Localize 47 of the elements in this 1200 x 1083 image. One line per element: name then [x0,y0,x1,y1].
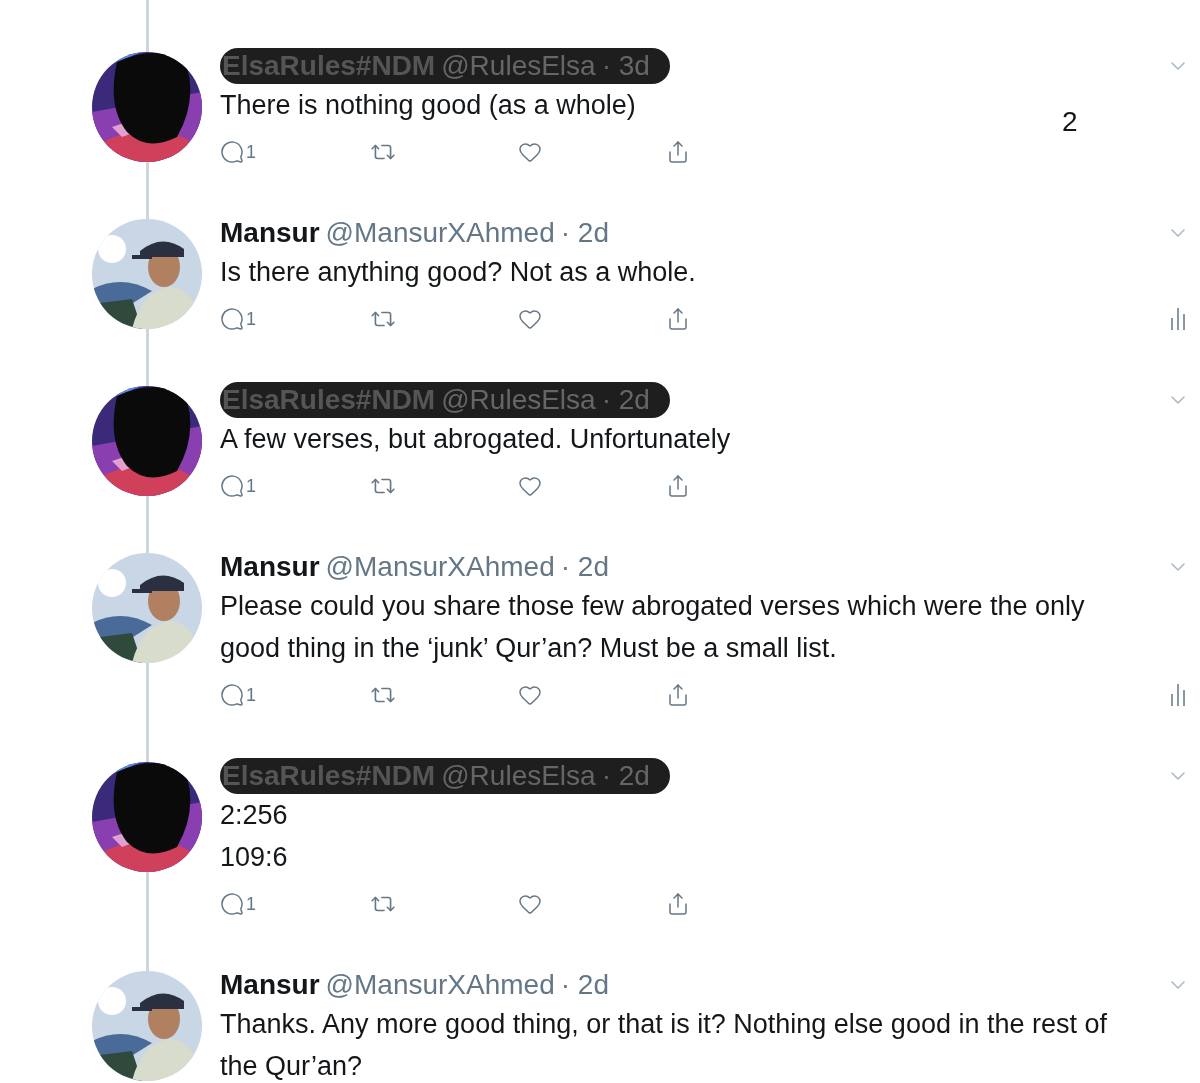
reply-icon[interactable] [220,683,244,707]
author-handle: @MansurXAhmed [325,216,555,250]
reply-icon[interactable] [220,474,244,498]
tweet-time: · 3d [601,49,650,83]
author-name: Mansur [220,216,320,250]
tweet-time: · 2d [560,968,609,1002]
tweet-text: good thing in the ‘junk’ Qur’an? Must be a small list. [220,632,837,665]
reply-count: 1 [246,140,256,164]
share-icon[interactable] [666,892,690,916]
share-icon[interactable] [666,683,690,707]
reply-count: 1 [246,307,256,331]
share-icon[interactable] [666,474,690,498]
reply-icon[interactable] [220,892,244,916]
tweet-text: Please could you share those few abrogated verses which were the only [220,590,1085,623]
heart-icon[interactable] [518,307,542,331]
share-icon[interactable] [666,307,690,331]
page-number: 2 [1062,106,1078,138]
reply-icon[interactable] [220,307,244,331]
tweet-text: There is nothing good (as a whole) [220,89,636,122]
tweet-text: 109:6 [220,841,288,874]
share-icon[interactable] [666,140,690,164]
tweet-text: the Qur’an? [220,1050,363,1083]
tweet-text: Is there anything good? Not as a whole. [220,256,696,289]
heart-icon[interactable] [518,683,542,707]
reply-count: 1 [246,474,256,498]
heart-icon[interactable] [518,140,542,164]
tweet-text: A few verses, but abrogated. Unfortunately [220,423,731,456]
heart-icon[interactable] [518,892,542,916]
author-handle: @RulesElsa [441,49,596,83]
reply-count: 1 [246,683,256,707]
tweet-time: · 2d [601,759,650,793]
tweet-text: Thanks. Any more good thing, or that is it? Nothing else good in the rest of [220,1008,1108,1041]
tweet-time: · 2d [560,216,609,250]
analytics-icon[interactable] [1170,684,1186,706]
author-name: Mansur [220,550,320,584]
tweet-text: 2:256 [220,799,288,832]
author-handle: @MansurXAhmed [325,968,555,1002]
reply-icon[interactable] [220,140,244,164]
author-handle: @MansurXAhmed [325,550,555,584]
tweet-time: · 2d [601,383,650,417]
tweet-time: · 2d [560,550,609,584]
analytics-icon[interactable] [1170,308,1186,330]
author-name: Mansur [220,968,320,1002]
heart-icon[interactable] [518,474,542,498]
reply-count: 1 [246,892,256,916]
author-handle: @RulesElsa [441,383,596,417]
author-handle: @RulesElsa [441,759,596,793]
